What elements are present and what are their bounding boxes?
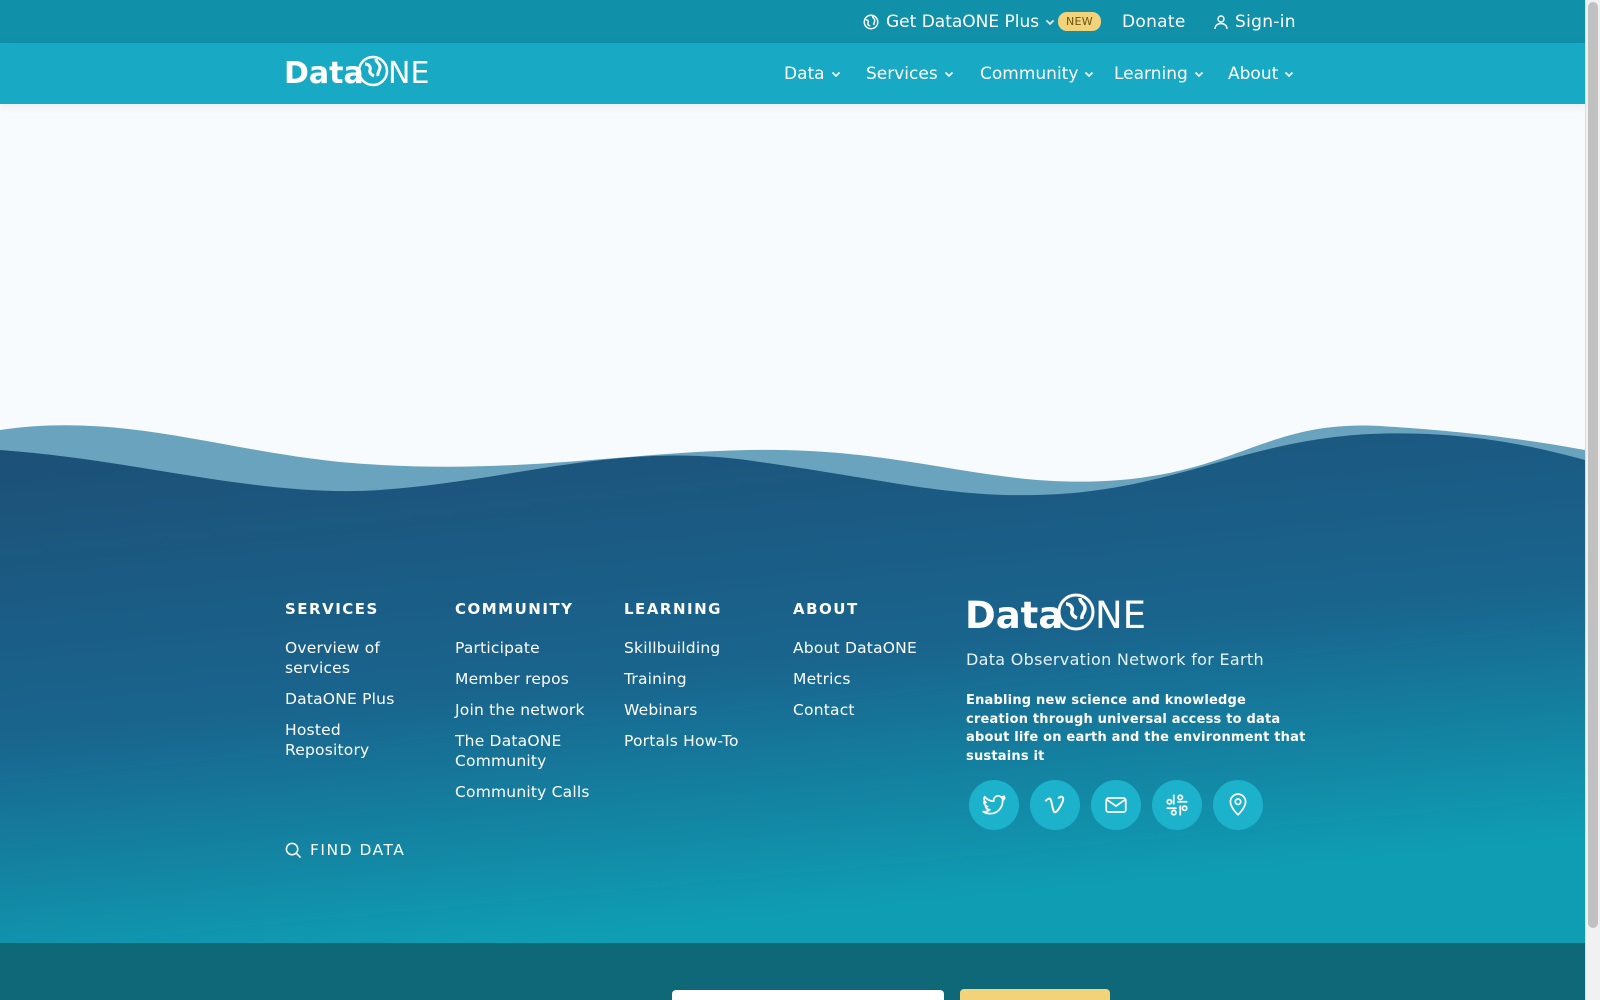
footer-link-participate[interactable]: Participate	[455, 638, 540, 658]
svg-text:Data: Data	[965, 594, 1063, 634]
footer-link-contact[interactable]: Contact	[793, 700, 855, 720]
slack-link[interactable]	[1152, 780, 1202, 830]
chevron-down-icon	[1194, 71, 1203, 77]
newsletter-email-input[interactable]	[672, 990, 944, 1000]
location-link[interactable]	[1213, 780, 1263, 830]
footer-link-portals-how-to[interactable]: Portals How-To	[624, 731, 739, 751]
vimeo-icon	[1044, 795, 1065, 814]
find-data-label: FIND DATA	[310, 841, 406, 859]
nav-about[interactable]: About	[1228, 43, 1294, 104]
globe-icon	[863, 14, 879, 29]
footer-link-dataone-plus[interactable]: DataONE Plus	[285, 689, 394, 709]
chevron-down-icon	[1046, 19, 1055, 25]
svg-text:NE: NE	[1095, 594, 1146, 634]
nav-services-label: Services	[866, 63, 938, 84]
scrollbar-thumb[interactable]	[1588, 2, 1598, 928]
footer-link-metrics[interactable]: Metrics	[793, 669, 851, 689]
footer-link-join-the-network[interactable]: Join the network	[455, 700, 585, 720]
chevron-down-icon	[944, 71, 953, 77]
footer-heading-learning: LEARNING	[624, 600, 722, 618]
utility-bar: Get DataONE Plus NEW Donate Sign-in	[0, 0, 1585, 43]
nav-data[interactable]: Data	[784, 43, 841, 104]
footer-dataone-logo: Data NE	[965, 593, 1146, 634]
sign-in-label: Sign-in	[1235, 11, 1296, 32]
svg-text:Data: Data	[284, 56, 364, 90]
footer-link-member-repos[interactable]: Member repos	[455, 669, 569, 689]
page-scrollbar[interactable]	[1585, 0, 1600, 1000]
footer-tagline: Data Observation Network for Earth	[966, 650, 1264, 669]
nav-services[interactable]: Services	[866, 43, 954, 104]
donate-label: Donate	[1122, 11, 1186, 32]
footer-link-skillbuilding[interactable]: Skillbuilding	[624, 638, 720, 658]
footer-heading-community: COMMUNITY	[455, 600, 574, 618]
twitter-icon	[982, 795, 1006, 815]
footer-mission-statement: Enabling new science and knowledge creat…	[966, 693, 1306, 764]
footer-link-training[interactable]: Training	[624, 669, 687, 689]
sign-in-link[interactable]: Sign-in	[1213, 0, 1296, 43]
donate-link[interactable]: Donate	[1122, 0, 1186, 43]
search-icon	[285, 842, 302, 858]
svg-text:NE: NE	[388, 56, 429, 90]
location-icon	[1229, 793, 1247, 816]
slack-icon	[1166, 794, 1188, 816]
dataone-logo[interactable]: Data NE	[284, 52, 430, 90]
user-icon	[1214, 14, 1228, 29]
nav-community-label: Community	[980, 63, 1079, 84]
nav-data-label: Data	[784, 63, 825, 84]
footer-link-hosted-repository[interactable]: Hosted Repository	[285, 720, 395, 760]
nav-learning[interactable]: Learning	[1114, 43, 1204, 104]
chevron-down-icon	[831, 71, 840, 77]
get-dataone-plus-label: Get DataONE Plus	[886, 11, 1040, 32]
footer-heading-about: ABOUT	[793, 600, 859, 618]
nav-learning-label: Learning	[1114, 63, 1188, 84]
new-badge-label: NEW	[1058, 12, 1101, 31]
get-dataone-plus-link[interactable]: Get DataONE Plus	[862, 0, 1055, 43]
email-link[interactable]	[1091, 780, 1141, 830]
footer-link-overview-of-services[interactable]: Overview of services	[285, 638, 425, 678]
footer-heading-services: SERVICES	[285, 600, 379, 618]
twitter-link[interactable]	[969, 780, 1019, 830]
vimeo-link[interactable]	[1030, 780, 1080, 830]
footer-link-about-dataone[interactable]: About DataONE	[793, 638, 917, 658]
newsletter-subscribe-button[interactable]	[960, 989, 1110, 1000]
chevron-down-icon	[1285, 71, 1294, 77]
footer-link-community-calls[interactable]: Community Calls	[455, 782, 590, 802]
find-data-link[interactable]: FIND DATA	[285, 841, 405, 859]
footer-link-webinars[interactable]: Webinars	[624, 700, 697, 720]
footer-link-the-dataone-community[interactable]: The DataONE Community	[455, 731, 585, 771]
chevron-down-icon	[1085, 71, 1094, 77]
email-icon	[1105, 797, 1127, 813]
new-badge: NEW	[1058, 0, 1101, 43]
nav-about-label: About	[1228, 63, 1279, 84]
nav-community[interactable]: Community	[980, 43, 1094, 104]
